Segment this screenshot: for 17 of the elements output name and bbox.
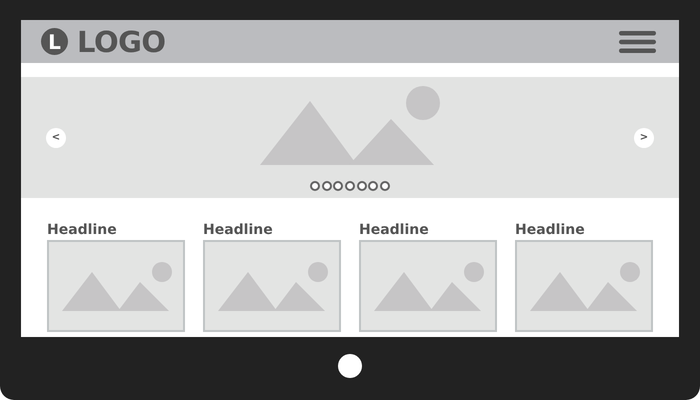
card-headline: Headline	[203, 221, 274, 240]
card-headline: Headline	[515, 221, 586, 240]
previous-button[interactable]: <	[46, 128, 66, 148]
carousel-dot[interactable]	[356, 181, 367, 191]
carousel-dot[interactable]	[380, 181, 390, 191]
carousel-dot[interactable]	[345, 181, 355, 191]
card-headline: Headline	[47, 221, 118, 240]
logo-mark: L	[41, 28, 68, 55]
carousel-dot[interactable]	[310, 181, 320, 191]
next-button[interactable]: >	[634, 128, 654, 148]
carousel-dot[interactable]	[368, 181, 378, 191]
card-headline: Headline	[359, 221, 430, 240]
carousel-dot[interactable]	[322, 181, 332, 191]
logo-text: LOGO	[77, 24, 166, 58]
carousel-dot[interactable]	[333, 181, 344, 191]
home-button[interactable]	[338, 354, 362, 378]
menu-icon[interactable]	[619, 30, 656, 52]
